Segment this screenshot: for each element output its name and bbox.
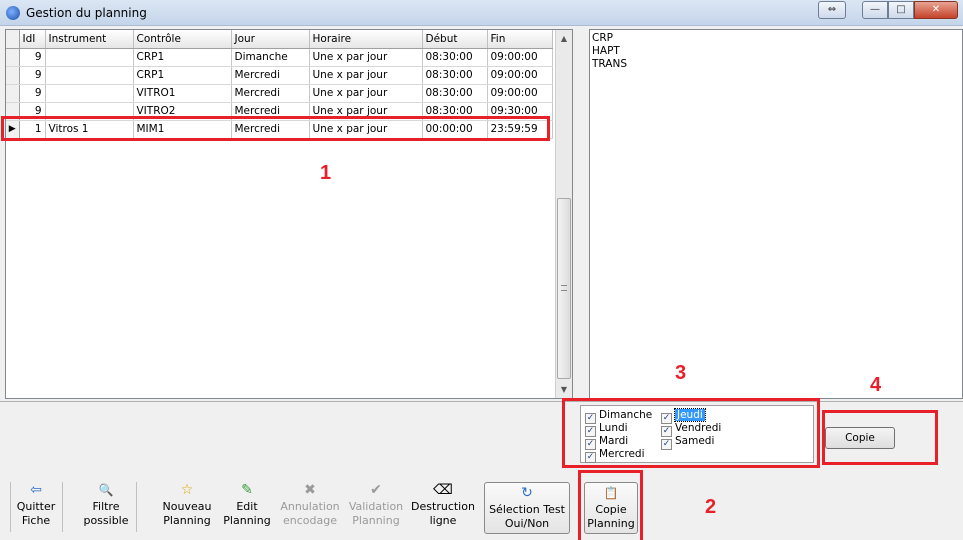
scroll-down-icon[interactable]: ▼ — [556, 381, 572, 398]
planning-grid[interactable]: IdI Instrument Contrôle Jour Horaire Déb… — [5, 29, 573, 399]
minimize-button[interactable]: — — [862, 1, 888, 19]
row-indicator[interactable] — [6, 84, 20, 103]
cell-debut[interactable]: 08:30:00 — [422, 66, 488, 85]
edit-planning-button[interactable]: ✎ Edit Planning — [220, 480, 274, 536]
table-row[interactable]: 9 CRP1 Mercredi Une x par jour 08:30:00 … — [6, 66, 553, 85]
table-row[interactable]: 9 VITRO1 Mercredi Une x par jour 08:30:0… — [6, 84, 553, 103]
eraser-icon: ⌫ — [433, 482, 453, 498]
cell-controle[interactable]: CRP1 — [133, 48, 232, 67]
cell-controle[interactable]: CRP1 — [133, 66, 232, 85]
resize-arrows-button[interactable]: ⇔ — [818, 1, 846, 19]
button-label: Oui/Non — [504, 517, 550, 530]
destruction-ligne-button[interactable]: ⌫ Destruction ligne — [410, 480, 476, 536]
cell-instrument[interactable] — [45, 66, 134, 85]
grid-header-row: IdI Instrument Contrôle Jour Horaire Déb… — [6, 30, 553, 49]
column-header-instrument[interactable]: Instrument — [45, 30, 134, 49]
button-label: ligne — [429, 514, 457, 527]
cell-idi[interactable]: 9 — [19, 66, 46, 85]
cell-fin[interactable]: 09:00:00 — [487, 48, 553, 67]
validation-planning-button[interactable]: ✔ Validation Planning — [346, 480, 406, 536]
button-label: encodage — [283, 514, 337, 527]
button-label: Destruction — [411, 500, 475, 513]
list-item[interactable]: HAPT — [592, 45, 960, 58]
app-icon — [6, 6, 20, 20]
row-indicator[interactable] — [6, 66, 20, 85]
row-indicator-header — [6, 30, 20, 49]
magnifier-icon: 🔍 — [98, 483, 114, 497]
close-button[interactable]: ✕ — [914, 1, 958, 19]
button-label: Planning — [352, 514, 400, 527]
cancel-x-icon: ✖ — [304, 482, 316, 498]
edit-icon: ✎ — [241, 482, 253, 498]
table-row[interactable]: 9 CRP1 Dimanche Une x par jour 08:30:00 … — [6, 48, 553, 67]
column-header-jour[interactable]: Jour — [231, 30, 310, 49]
annotation-label-3: 3 — [675, 362, 687, 384]
cell-instrument[interactable] — [45, 48, 134, 67]
column-header-fin[interactable]: Fin — [487, 30, 553, 49]
refresh-icon: ↻ — [521, 485, 533, 501]
toolbar-divider — [62, 482, 63, 532]
column-header-idi[interactable]: IdI — [19, 30, 46, 49]
button-label: Fiche — [21, 514, 51, 527]
cell-idi[interactable]: 9 — [19, 48, 46, 67]
cell-jour[interactable]: Dimanche — [231, 48, 310, 67]
button-label: Quitter — [16, 500, 56, 513]
column-header-debut[interactable]: Début — [422, 30, 488, 49]
maximize-button[interactable]: □ — [888, 1, 914, 19]
back-arrow-icon: ⇦ — [30, 482, 42, 498]
star-icon: ☆ — [180, 482, 194, 498]
cell-horaire[interactable]: Une x par jour — [309, 66, 423, 85]
button-label: Sélection Test — [489, 503, 565, 516]
cell-debut[interactable]: 08:30:00 — [422, 84, 488, 103]
selection-test-button[interactable]: ↻ Sélection Test Oui/Non — [484, 482, 570, 534]
row-indicator[interactable] — [6, 48, 20, 67]
button-label: Validation — [348, 500, 404, 513]
annotation-label-2: 2 — [705, 496, 717, 518]
annulation-encodage-button[interactable]: ✖ Annulation encodage — [278, 480, 342, 536]
annotation-label-4: 4 — [870, 374, 882, 396]
column-header-horaire[interactable]: Horaire — [309, 30, 423, 49]
cell-fin[interactable]: 09:00:00 — [487, 84, 553, 103]
cell-jour[interactable]: Mercredi — [231, 84, 310, 103]
toolbar-divider — [10, 482, 11, 532]
nouveau-planning-button[interactable]: ☆ Nouveau Planning — [160, 480, 214, 536]
button-label: Edit — [236, 500, 258, 513]
annotation-label-1: 1 — [320, 162, 332, 184]
test-list[interactable]: CRP HAPT TRANS — [589, 29, 963, 399]
annotation-box-4 — [822, 410, 938, 465]
cell-debut[interactable]: 08:30:00 — [422, 48, 488, 67]
button-label: Planning — [223, 514, 271, 527]
quitter-fiche-button[interactable]: ⇦ Quitter Fiche — [14, 480, 58, 536]
annotation-box-3 — [562, 398, 820, 468]
filtre-possible-button[interactable]: 🔍 Filtre possible — [80, 480, 132, 536]
title-bar: Gestion du planning ⇔ — □ ✕ — [0, 0, 963, 26]
cell-controle[interactable]: VITRO1 — [133, 84, 232, 103]
cell-horaire[interactable]: Une x par jour — [309, 84, 423, 103]
button-label: Nouveau — [162, 500, 212, 513]
button-label: Planning — [163, 514, 211, 527]
toolbar-divider — [136, 482, 137, 532]
button-label: Filtre — [92, 500, 120, 513]
scrollbar-thumb[interactable] — [557, 198, 571, 379]
button-label: possible — [83, 514, 129, 527]
annotation-box-2 — [578, 470, 643, 540]
cell-fin[interactable]: 09:00:00 — [487, 66, 553, 85]
checkmark-icon: ✔ — [370, 482, 382, 498]
cell-instrument[interactable] — [45, 84, 134, 103]
list-item[interactable]: CRP — [592, 32, 960, 45]
list-item[interactable]: TRANS — [592, 58, 960, 71]
scroll-up-icon[interactable]: ▲ — [556, 30, 572, 47]
column-header-controle[interactable]: Contrôle — [133, 30, 232, 49]
cell-jour[interactable]: Mercredi — [231, 66, 310, 85]
window-title: Gestion du planning — [26, 6, 147, 20]
cell-horaire[interactable]: Une x par jour — [309, 48, 423, 67]
annotation-box-1 — [1, 116, 550, 141]
grip-icon — [561, 285, 567, 291]
grid-vertical-scrollbar[interactable]: ▲ ▼ — [555, 30, 572, 398]
cell-idi[interactable]: 9 — [19, 84, 46, 103]
button-label: Annulation — [280, 500, 340, 513]
